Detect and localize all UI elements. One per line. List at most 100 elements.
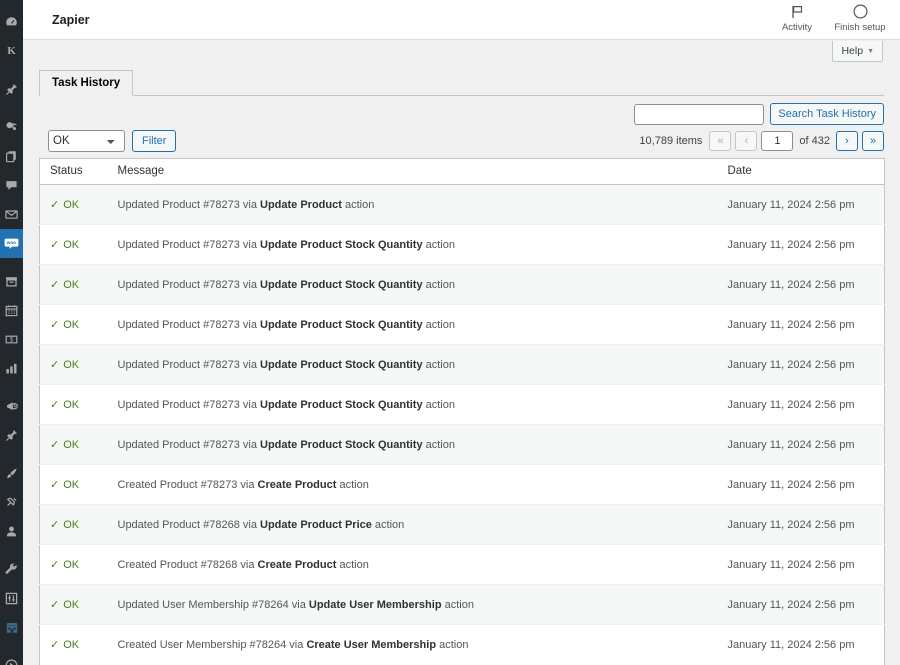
table-body: ✓OKUpdated Product #78273 via Update Pro… — [40, 185, 885, 665]
sidebar-item-settings[interactable] — [0, 584, 23, 613]
sidebar-item-media[interactable] — [0, 113, 23, 142]
help-label: Help — [841, 45, 863, 57]
sidebar-item-woocommerce[interactable]: woo — [0, 229, 23, 258]
message-action-name: Create Product — [258, 559, 337, 571]
admin-sidebar: Kwoo $ — [0, 0, 23, 665]
activity-button[interactable]: Activity — [768, 3, 826, 33]
status-badge: ✓OK — [50, 239, 79, 251]
check-icon: ✓ — [50, 639, 59, 651]
column-header-date[interactable]: Date — [718, 159, 885, 185]
column-header-message[interactable]: Message — [108, 159, 718, 185]
sidebar-item-dashboard[interactable] — [0, 8, 23, 37]
sidebar-item-plugins[interactable] — [0, 488, 23, 517]
activity-label: Activity — [782, 22, 812, 33]
sidebar-item-woo-extension[interactable] — [0, 613, 23, 642]
search-task-history-button[interactable]: Search Task History — [770, 103, 884, 125]
table-row[interactable]: ✓OK Updated Product #78273 via Update Pro… — [40, 185, 885, 225]
table-row[interactable]: ✓OK Updated User Membership #78264 via Up… — [40, 585, 885, 625]
sidebar-item-users[interactable] — [0, 517, 23, 546]
cell-status: ✓OK — [40, 305, 108, 345]
sidebar-item-appearance[interactable] — [0, 459, 23, 488]
user-icon — [5, 525, 18, 538]
sidebar-item-products[interactable] — [0, 267, 23, 296]
sidebar-item-kadence[interactable]: K — [0, 37, 23, 66]
table-row[interactable]: ✓OKCreated User Membership #78264 via Cr… — [40, 625, 885, 665]
sidebar-item-mail[interactable] — [0, 200, 23, 229]
sidebar-item-payments[interactable]: $ — [0, 325, 23, 354]
first-page-button[interactable]: « — [709, 131, 731, 151]
check-icon: ✓ — [50, 479, 59, 491]
check-icon: ✓ — [50, 319, 59, 331]
status-badge: ✓OK — [50, 559, 79, 571]
cell-date: January 11, 2024 2:56 pm — [718, 545, 885, 585]
cell-status: ✓OK — [40, 465, 108, 505]
column-header-status[interactable]: Status — [40, 159, 108, 185]
tab-bar: Task History — [39, 70, 884, 96]
wrench-icon — [5, 563, 18, 576]
check-icon: ✓ — [50, 199, 59, 211]
sidebar-item-analytics[interactable] — [0, 354, 23, 383]
sidebar-item-comments[interactable] — [0, 171, 23, 200]
sidebar-item-elementor[interactable] — [0, 421, 23, 450]
cell-status: ✓OK — [40, 625, 108, 665]
next-page-button[interactable]: › — [836, 131, 858, 151]
table-row[interactable]: ✓OKCreated Product #78273 via Create Pro… — [40, 465, 885, 505]
status-badge: ✓OK — [50, 279, 79, 291]
prev-page-button[interactable]: ‹ — [735, 131, 757, 151]
message-action-name: Update Product — [260, 199, 342, 211]
total-pages-label: of 432 — [799, 135, 830, 147]
cell-message: Updated User Membership #78264 via Updat… — [108, 585, 718, 625]
sidebar-item-collapse-menu[interactable] — [0, 651, 23, 665]
cell-status: ✓OK — [40, 425, 108, 465]
cell-message: Updated Product #78273 via Update Produc… — [108, 345, 718, 385]
table-row[interactable]: ✓OKUpdated Product #78273 via Update Pro… — [40, 305, 885, 345]
cell-status: ✓OK — [40, 585, 108, 625]
table-row[interactable]: ✓OKUpdated Product #78273 via Update Pro… — [40, 225, 885, 265]
pin-icon — [5, 83, 18, 96]
table-row[interactable]: ✓OKUpdated Product #78273 via Update Pro… — [40, 265, 885, 305]
search-input[interactable] — [634, 104, 764, 125]
finish-setup-button[interactable]: Finish setup — [826, 3, 894, 33]
table-row[interactable]: ✓OKUpdated Product #78273 via Update Pro… — [40, 425, 885, 465]
paintbrush-icon — [5, 467, 18, 480]
status-filter-select[interactable]: OKErrorAll — [48, 130, 125, 152]
sidebar-item-posts[interactable] — [0, 75, 23, 104]
cell-message: Updated Product #78273 via Update Produc… — [108, 185, 718, 225]
megaphone-icon — [5, 400, 18, 413]
table-row[interactable]: ✓OKCreated Product #78268 via Create Pro… — [40, 545, 885, 585]
circle-progress-icon — [853, 3, 868, 21]
search-row: Search Task History — [634, 103, 884, 125]
status-badge: ✓OK — [50, 599, 79, 611]
filter-button[interactable]: Filter — [132, 130, 176, 152]
header-actions: Activity Finish setup — [768, 0, 900, 40]
cell-message: Created User Membership #78264 via Creat… — [108, 625, 718, 665]
status-badge: ✓OK — [50, 319, 79, 331]
tab-task-history[interactable]: Task History — [39, 70, 133, 96]
finish-setup-label: Finish setup — [834, 22, 885, 33]
message-action-name: Update Product Stock Quantity — [260, 239, 423, 251]
status-badge: ✓OK — [50, 199, 79, 211]
cell-date: January 11, 2024 2:56 pm — [718, 305, 885, 345]
pagination: 10,789 items « ‹ of 432 › » — [639, 131, 884, 151]
sidebar-item-bookings[interactable] — [0, 296, 23, 325]
last-page-button[interactable]: » — [862, 131, 884, 151]
status-badge: ✓OK — [50, 399, 79, 411]
table-row[interactable]: ✓OKUpdated Product #78268 via Update Pro… — [40, 505, 885, 545]
cell-status: ✓OK — [40, 185, 108, 225]
cell-status: ✓OK — [40, 225, 108, 265]
cell-message: Updated Product #78273 via Update Produc… — [108, 425, 718, 465]
sidebar-separator — [0, 642, 23, 651]
sidebar-item-marketing[interactable] — [0, 392, 23, 421]
table-head: Status Message Date — [40, 159, 885, 185]
cell-date: January 11, 2024 2:56 pm — [718, 505, 885, 545]
sliders-icon — [5, 592, 18, 605]
flag-icon — [791, 3, 804, 21]
sidebar-item-tools[interactable] — [0, 555, 23, 584]
help-dropdown-button[interactable]: Help ▼ — [832, 41, 883, 62]
sidebar-separator — [0, 104, 23, 113]
message-action-name: Create User Membership — [306, 639, 436, 651]
current-page-input[interactable] — [761, 131, 793, 151]
sidebar-item-pages[interactable] — [0, 142, 23, 171]
table-row[interactable]: ✓OKUpdated Product #78273 via Update Pro… — [40, 345, 885, 385]
table-row[interactable]: ✓OKUpdated Product #78273 via Update Pro… — [40, 385, 885, 425]
